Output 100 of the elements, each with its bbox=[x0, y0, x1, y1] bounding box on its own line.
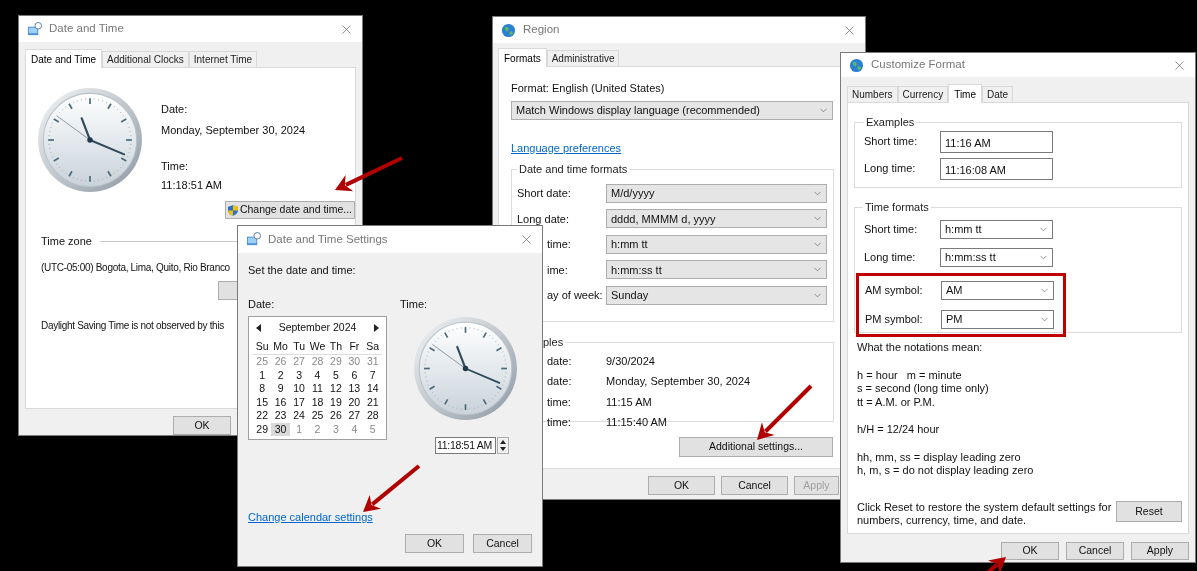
field-label: ay of week: bbox=[547, 288, 604, 303]
calendar-day[interactable]: 1 bbox=[253, 368, 272, 382]
calendar-day[interactable]: 2 bbox=[308, 422, 327, 436]
calendar-settings-link[interactable]: Change calendar settings bbox=[248, 508, 373, 525]
spin-button[interactable] bbox=[497, 437, 509, 454]
push-button[interactable] bbox=[218, 280, 237, 300]
calendar-day[interactable]: 7 bbox=[363, 368, 382, 382]
calendar-day[interactable]: 12 bbox=[326, 382, 346, 396]
calendar-day[interactable]: 28 bbox=[363, 409, 382, 423]
calendar-day[interactable]: 17 bbox=[289, 395, 309, 409]
calendar-day[interactable]: 19 bbox=[326, 395, 346, 409]
triangle-up-icon bbox=[500, 439, 506, 444]
button[interactable]: Cancel bbox=[473, 534, 532, 553]
annotation-arrow bbox=[363, 464, 421, 512]
calendar-day[interactable]: 5 bbox=[326, 368, 346, 382]
calendar-day[interactable]: 29 bbox=[253, 422, 272, 436]
dropdown[interactable]: h:mm:ss tt bbox=[606, 260, 827, 280]
calendar-day[interactable]: 22 bbox=[253, 409, 272, 423]
tab[interactable]: Time bbox=[948, 84, 982, 103]
field-label: Short date: bbox=[517, 186, 572, 201]
field-label: date: bbox=[547, 353, 573, 369]
example-value: 11:15 AM bbox=[606, 394, 652, 410]
calendar-day[interactable]: 1 bbox=[289, 422, 309, 436]
calendar-day[interactable]: 14 bbox=[363, 382, 382, 396]
dropdown[interactable]: PM bbox=[941, 309, 1054, 329]
calendar-day[interactable]: 30 bbox=[345, 355, 364, 369]
calendar-day[interactable]: 9 bbox=[271, 382, 290, 396]
button[interactable]: OK bbox=[648, 476, 715, 495]
reset-note: Click Reset to restore the system default settings for numbers, currency, time, and date. bbox=[856, 501, 1113, 527]
calendar-day[interactable]: 6 bbox=[345, 368, 364, 382]
reset-button[interactable]: Reset bbox=[1116, 501, 1182, 522]
dropdown[interactable]: h:mm tt bbox=[606, 234, 827, 254]
calendar-day[interactable]: 27 bbox=[345, 409, 364, 423]
close-icon[interactable] bbox=[519, 232, 534, 247]
globe-icon bbox=[849, 57, 864, 73]
button[interactable]: Apply bbox=[1131, 542, 1189, 560]
calendar-day[interactable]: 29 bbox=[326, 355, 346, 369]
calendar-day[interactable]: 11 bbox=[308, 382, 327, 396]
tab[interactable]: Date bbox=[982, 86, 1014, 102]
calendar-day[interactable]: 23 bbox=[271, 409, 290, 423]
example-value: Monday, September 30, 2024 bbox=[606, 374, 751, 389]
calendar-day[interactable]: 3 bbox=[326, 422, 346, 436]
dropdown[interactable]: M/d/yyyy bbox=[606, 183, 827, 203]
calendar-day[interactable]: 16 bbox=[271, 395, 290, 409]
calendar-day[interactable]: 5 bbox=[363, 422, 382, 436]
calendar-day[interactable]: 18 bbox=[308, 395, 327, 409]
button[interactable]: OK bbox=[405, 534, 464, 553]
tab[interactable]: Formats bbox=[498, 48, 547, 67]
button[interactable]: OK bbox=[1001, 542, 1059, 560]
calendar-day[interactable]: 25 bbox=[253, 355, 272, 369]
calendar-day[interactable]: 27 bbox=[289, 355, 309, 369]
calendar-day[interactable]: 31 bbox=[363, 355, 382, 369]
triangle-left-icon[interactable] bbox=[256, 324, 261, 332]
calendar-day[interactable]: 20 bbox=[345, 395, 364, 409]
triangle-down-icon bbox=[500, 447, 506, 452]
dropdown[interactable]: dddd, MMMM d, yyyy bbox=[606, 209, 827, 229]
tab[interactable]: Internet Time bbox=[188, 51, 258, 67]
calendar-day[interactable]: 25 bbox=[308, 409, 327, 423]
calendar[interactable]: September 2024 Su Mo Tu We Th Fr Sa 25 26 27 28 29 30 31 1 2 3 4 5 6 7 8 9 10 11 12 13 14 15 16 17 18 19 20 21 22 23 24 25 26 27 28 29 30 1 2 3 4 5 bbox=[248, 316, 387, 440]
change-date-time-button[interactable]: Change date and time... bbox=[225, 201, 355, 219]
calendar-day[interactable]: 15 bbox=[253, 395, 272, 409]
dropdown[interactable]: h:mm tt bbox=[940, 220, 1053, 239]
tab[interactable]: Additional Clocks bbox=[102, 51, 189, 67]
tab[interactable]: Date and Time bbox=[25, 49, 103, 68]
dropdown[interactable]: Match Windows display language (recommended) bbox=[511, 100, 833, 120]
field-label: Long date: bbox=[517, 211, 570, 227]
additional-settings-button[interactable]: Additional settings... bbox=[679, 437, 833, 457]
weekday-label: Mo bbox=[272, 339, 289, 354]
date-label: Date: bbox=[248, 296, 276, 312]
calendar-day[interactable]: 10 bbox=[289, 382, 309, 396]
field-label: time: bbox=[547, 394, 572, 410]
calendar-day[interactable]: 2 bbox=[271, 368, 290, 382]
button[interactable]: Cancel bbox=[1066, 542, 1124, 560]
calendar-day[interactable]: 21 bbox=[363, 395, 382, 409]
calendar-day[interactable]: 26 bbox=[271, 355, 290, 369]
calendar-day[interactable]: 30 bbox=[271, 422, 290, 436]
tab[interactable]: Administrative bbox=[546, 50, 620, 66]
notation-line: s = second (long time only) bbox=[857, 382, 990, 396]
calendar-day[interactable]: 13 bbox=[345, 382, 364, 396]
tab[interactable]: Currency bbox=[897, 86, 949, 102]
calendar-day[interactable]: 4 bbox=[345, 422, 364, 436]
calendar-day[interactable]: 4 bbox=[308, 368, 327, 382]
time-field[interactable]: 11:18:51 AM bbox=[435, 437, 496, 454]
calendar-day[interactable]: 28 bbox=[308, 355, 327, 369]
button[interactable]: Cancel bbox=[721, 476, 788, 495]
text-field[interactable]: 11:16 AM bbox=[940, 130, 1053, 153]
tab[interactable]: Numbers bbox=[847, 86, 898, 102]
calendar-day[interactable]: 3 bbox=[289, 368, 309, 382]
calendar-day[interactable]: 26 bbox=[326, 409, 346, 423]
language-preferences-link[interactable]: Language preferences bbox=[511, 139, 622, 156]
dropdown[interactable]: Sunday bbox=[606, 285, 827, 305]
text-field[interactable]: 11:16:08 AM bbox=[940, 157, 1053, 180]
triangle-right-icon[interactable] bbox=[374, 324, 379, 332]
dropdown[interactable]: h:mm:ss tt bbox=[940, 248, 1053, 267]
calendar-day[interactable]: 8 bbox=[253, 382, 272, 396]
example-value: 11:15:40 AM bbox=[606, 415, 667, 430]
calendar-day[interactable]: 24 bbox=[289, 409, 309, 423]
weekday-label: Fr bbox=[348, 339, 361, 354]
ok-button[interactable]: OK bbox=[173, 416, 231, 435]
dropdown[interactable]: AM bbox=[941, 280, 1054, 300]
